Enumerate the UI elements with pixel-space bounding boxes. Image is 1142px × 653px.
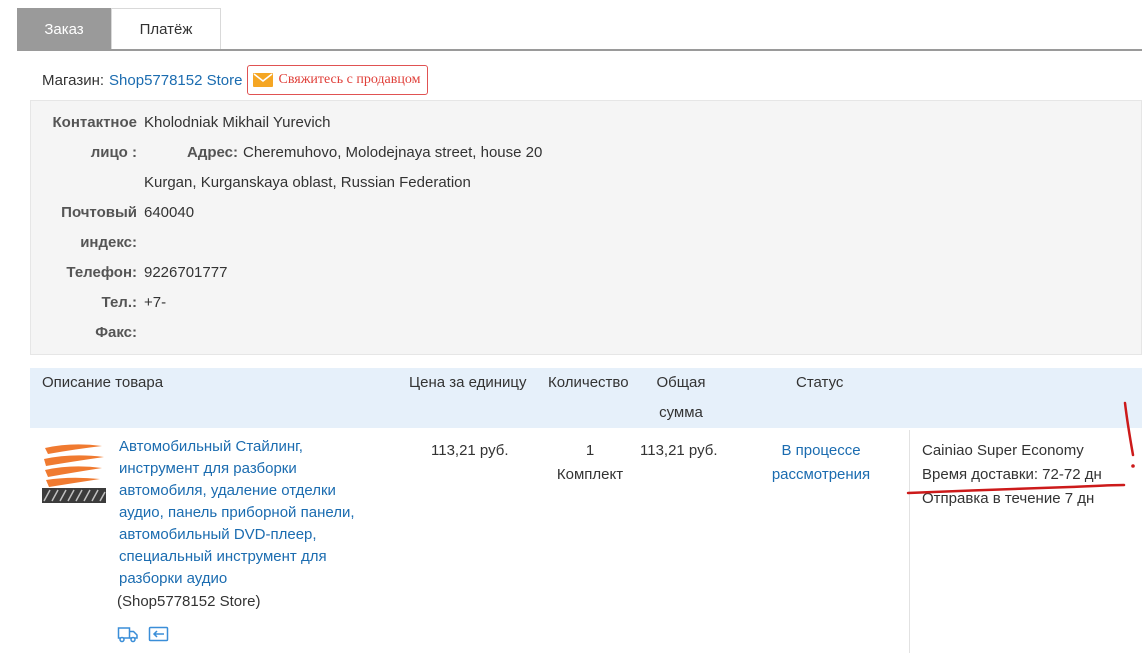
contact-label-cont: лицо : [90, 144, 137, 161]
product-title-line: специальный инструмент для [119, 548, 327, 565]
quantity-unit: Комплект [556, 466, 624, 483]
postal-label-cont: индекс: [80, 234, 137, 251]
envelope-icon [253, 73, 274, 87]
phone-label: Телефон: [66, 264, 137, 281]
product-title-line: аудио, панель приборной панели, [119, 504, 355, 521]
product-title-link[interactable]: Автомобильный Стайлинг, инструмент для р… [119, 436, 389, 590]
dispatch-time: Отправка в течение 7 дн [922, 490, 1095, 507]
column-divider [909, 430, 910, 653]
address-line2: Kurgan, Kurganskaya oblast, Russian Fede… [144, 174, 471, 191]
address-label: Адрес: [187, 144, 238, 161]
status-line: рассмотрения [771, 466, 871, 483]
header-unit-price: Цена за единицу [409, 374, 527, 391]
order-tabs: Заказ Платёж [17, 8, 221, 50]
header-total-cont: сумма [659, 404, 703, 421]
header-status: Статус [796, 374, 844, 391]
address-line1: Cheremuhovo, Molodejnaya street, house 2… [243, 144, 543, 161]
contact-label: Контактное [52, 114, 138, 131]
product-title-line: автомобиля, удаление отделки [119, 482, 336, 499]
total-value: 113,21 руб. [640, 442, 718, 459]
truck-icon[interactable] [117, 624, 139, 644]
tel-label: Тел.: [101, 294, 137, 311]
shop-line: Магазин: Shop5778152 Store Свяжитесь с п… [42, 64, 429, 96]
product-thumbnail[interactable] [42, 439, 106, 503]
contact-seller-label: Свяжитесь с продавцом [278, 72, 421, 87]
postal-label: Почтовый [61, 204, 137, 221]
postal-value: 640040 [144, 204, 195, 221]
contact-seller-button[interactable]: Свяжитесь с продавцом [247, 65, 429, 95]
shop-link[interactable]: Shop5778152 Store [109, 72, 242, 89]
product-store: (Shop5778152 Store) [117, 593, 261, 610]
exclamation-dot-annotation [1131, 464, 1135, 468]
phone-value: 9226701777 [144, 264, 228, 281]
status-line: В процессе [781, 442, 861, 459]
product-title-line: автомобильный DVD-плеер, [119, 526, 317, 543]
header-quantity: Количество [548, 374, 629, 391]
quantity-value: 1 [585, 442, 595, 459]
contact-value: Kholodniak Mikhail Yurevich [144, 114, 331, 131]
return-icon[interactable] [148, 624, 170, 644]
product-title-line: разборки аудио [119, 570, 228, 587]
tab-divider [17, 49, 1142, 51]
product-image [42, 439, 106, 503]
order-status-link[interactable]: В процессе рассмотрения [760, 439, 882, 487]
product-title-line: инструмент для разборки [119, 460, 297, 477]
shop-label: Магазин: [42, 71, 105, 89]
fax-label: Факс: [95, 324, 137, 341]
header-total: Общая [656, 374, 706, 391]
header-description: Описание товара [42, 374, 164, 391]
tel-value: +7- [144, 294, 167, 311]
delivery-time: Время доставки: 72-72 дн [922, 466, 1102, 483]
unit-price-value: 113,21 руб. [431, 442, 509, 459]
product-title-line: Автомобильный Стайлинг, [119, 438, 303, 455]
tab-order[interactable]: Заказ [17, 8, 111, 50]
tab-payment[interactable]: Платёж [111, 8, 221, 50]
shipping-method: Cainiao Super Economy [922, 442, 1084, 459]
